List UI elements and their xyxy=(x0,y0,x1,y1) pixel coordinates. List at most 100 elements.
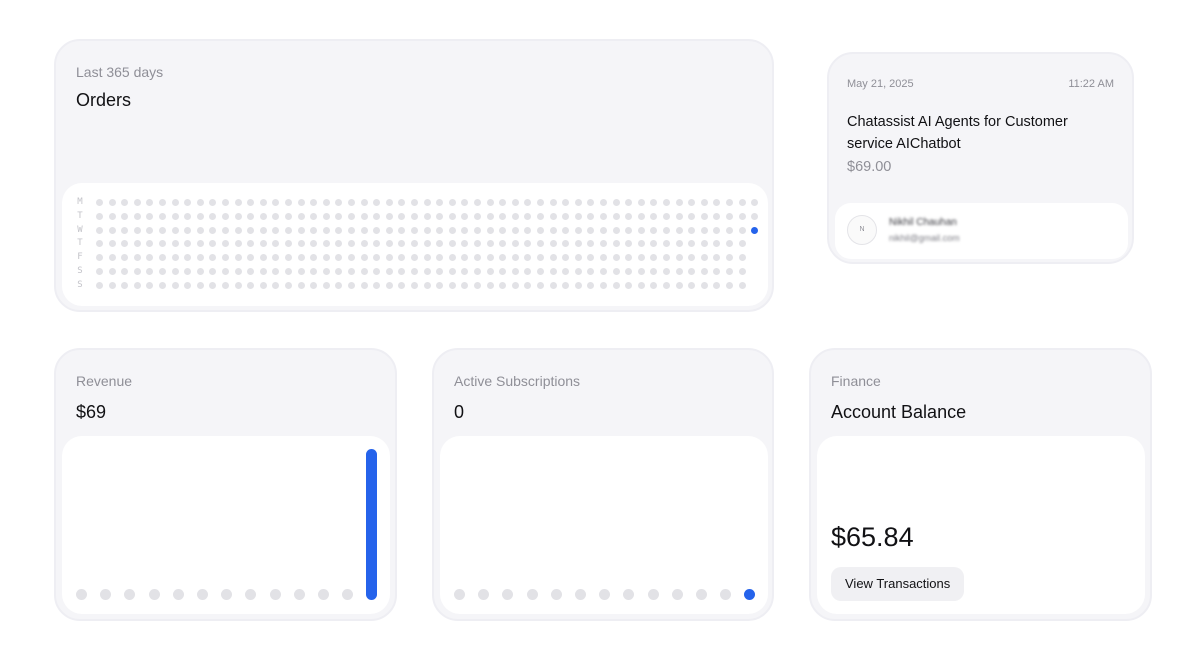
heatmap-cell[interactable] xyxy=(159,240,166,248)
heatmap-cell[interactable] xyxy=(360,281,368,289)
heatmap-cell[interactable] xyxy=(159,281,166,289)
heatmap-cell[interactable] xyxy=(524,240,532,248)
heatmap-cell[interactable] xyxy=(562,226,570,234)
heatmap-cell[interactable] xyxy=(562,212,570,220)
heatmap-cell[interactable] xyxy=(108,254,116,262)
heatmap-cell[interactable] xyxy=(360,226,368,234)
heatmap-cell[interactable] xyxy=(234,226,242,234)
heatmap-cell[interactable] xyxy=(272,212,280,220)
subscriptions-bar[interactable] xyxy=(647,589,659,600)
heatmap-cell[interactable] xyxy=(713,199,721,206)
heatmap-cell[interactable] xyxy=(663,226,670,234)
heatmap-cell[interactable] xyxy=(398,254,406,262)
revenue-bar[interactable] xyxy=(100,589,112,600)
heatmap-cell[interactable] xyxy=(121,226,129,234)
heatmap-cell[interactable] xyxy=(436,226,444,234)
heatmap-cell[interactable] xyxy=(499,268,507,275)
heatmap-cell[interactable] xyxy=(675,268,683,275)
subscriptions-bar[interactable] xyxy=(478,589,490,600)
heatmap-cell[interactable] xyxy=(688,268,696,275)
heatmap-cell[interactable] xyxy=(373,268,381,275)
heatmap-cell[interactable] xyxy=(537,199,544,206)
heatmap-cell[interactable] xyxy=(146,212,154,220)
subscriptions-bar[interactable] xyxy=(502,589,514,600)
recent-transaction-card[interactable]: May 21, 2025 11:22 AM Chatassist AI Agen… xyxy=(827,52,1134,264)
heatmap-cell[interactable] xyxy=(562,240,570,248)
heatmap-cell[interactable] xyxy=(612,212,620,220)
heatmap-cell[interactable] xyxy=(738,212,746,220)
heatmap-cell[interactable] xyxy=(360,199,368,206)
heatmap-cell[interactable] xyxy=(159,199,166,206)
heatmap-cell[interactable] xyxy=(360,254,368,262)
heatmap-cell[interactable] xyxy=(713,281,721,289)
heatmap-cell[interactable] xyxy=(247,254,255,262)
heatmap-cell[interactable] xyxy=(474,281,481,289)
heatmap-cell[interactable] xyxy=(511,240,519,248)
heatmap-cell[interactable] xyxy=(612,254,620,262)
heatmap-cell[interactable] xyxy=(574,281,582,289)
heatmap-cell[interactable] xyxy=(600,212,607,220)
heatmap-cell[interactable] xyxy=(423,281,431,289)
heatmap-cell[interactable] xyxy=(209,212,217,220)
heatmap-cell[interactable] xyxy=(700,281,708,289)
heatmap-cell[interactable] xyxy=(411,254,418,262)
heatmap-cell[interactable] xyxy=(348,254,355,262)
heatmap-cell[interactable] xyxy=(562,199,570,206)
heatmap-cell[interactable] xyxy=(688,240,696,248)
subscriptions-bar[interactable] xyxy=(744,589,756,600)
heatmap-cell[interactable] xyxy=(511,226,519,234)
heatmap-cell[interactable] xyxy=(461,281,469,289)
heatmap-cell[interactable] xyxy=(700,212,708,220)
heatmap-cell[interactable] xyxy=(272,254,280,262)
heatmap-cell[interactable] xyxy=(474,268,481,275)
heatmap-cell[interactable] xyxy=(423,268,431,275)
heatmap-cell[interactable] xyxy=(184,240,192,248)
heatmap-cell[interactable] xyxy=(209,199,217,206)
heatmap-cell[interactable] xyxy=(448,212,456,220)
heatmap-cell[interactable] xyxy=(398,268,406,275)
heatmap-cell[interactable] xyxy=(549,254,557,262)
heatmap-cell[interactable] xyxy=(688,199,696,206)
heatmap-cell[interactable] xyxy=(511,281,519,289)
subscriptions-bar[interactable] xyxy=(720,589,732,600)
heatmap-cell[interactable] xyxy=(663,254,670,262)
heatmap-cell[interactable] xyxy=(549,199,557,206)
heatmap-cell[interactable] xyxy=(688,254,696,262)
heatmap-cell[interactable] xyxy=(348,226,355,234)
heatmap-cell[interactable] xyxy=(373,281,381,289)
heatmap-cell[interactable] xyxy=(297,268,305,275)
heatmap-cell[interactable] xyxy=(637,268,645,275)
heatmap-cell[interactable] xyxy=(184,268,192,275)
heatmap-cell[interactable] xyxy=(121,240,129,248)
heatmap-cell[interactable] xyxy=(461,226,469,234)
heatmap-cell[interactable] xyxy=(688,281,696,289)
heatmap-cell[interactable] xyxy=(675,281,683,289)
heatmap-cell[interactable] xyxy=(486,212,494,220)
heatmap-cell[interactable] xyxy=(259,240,267,248)
revenue-bar[interactable] xyxy=(124,589,136,600)
heatmap-cell[interactable] xyxy=(373,212,381,220)
heatmap-cell[interactable] xyxy=(133,212,141,220)
heatmap-cell[interactable] xyxy=(209,268,217,275)
heatmap-cell[interactable] xyxy=(650,199,658,206)
heatmap-cell[interactable] xyxy=(398,199,406,206)
heatmap-cell[interactable] xyxy=(650,212,658,220)
heatmap-cell[interactable] xyxy=(461,254,469,262)
revenue-bar[interactable] xyxy=(342,589,354,600)
heatmap-cell[interactable] xyxy=(663,281,670,289)
heatmap-cell[interactable] xyxy=(486,281,494,289)
heatmap-cell[interactable] xyxy=(335,212,343,220)
heatmap-cell[interactable] xyxy=(184,212,192,220)
heatmap-cell[interactable] xyxy=(675,212,683,220)
heatmap-cell[interactable] xyxy=(310,281,318,289)
revenue-bar[interactable] xyxy=(221,589,233,600)
heatmap-cell[interactable] xyxy=(108,240,116,248)
heatmap-cell[interactable] xyxy=(637,254,645,262)
heatmap-cell[interactable] xyxy=(600,226,607,234)
heatmap-cell[interactable] xyxy=(184,199,192,206)
subscriptions-bar[interactable] xyxy=(454,589,465,600)
heatmap-cell[interactable] xyxy=(196,281,204,289)
heatmap-cell[interactable] xyxy=(285,212,292,220)
heatmap-cell[interactable] xyxy=(234,254,242,262)
heatmap-cell[interactable] xyxy=(650,281,658,289)
